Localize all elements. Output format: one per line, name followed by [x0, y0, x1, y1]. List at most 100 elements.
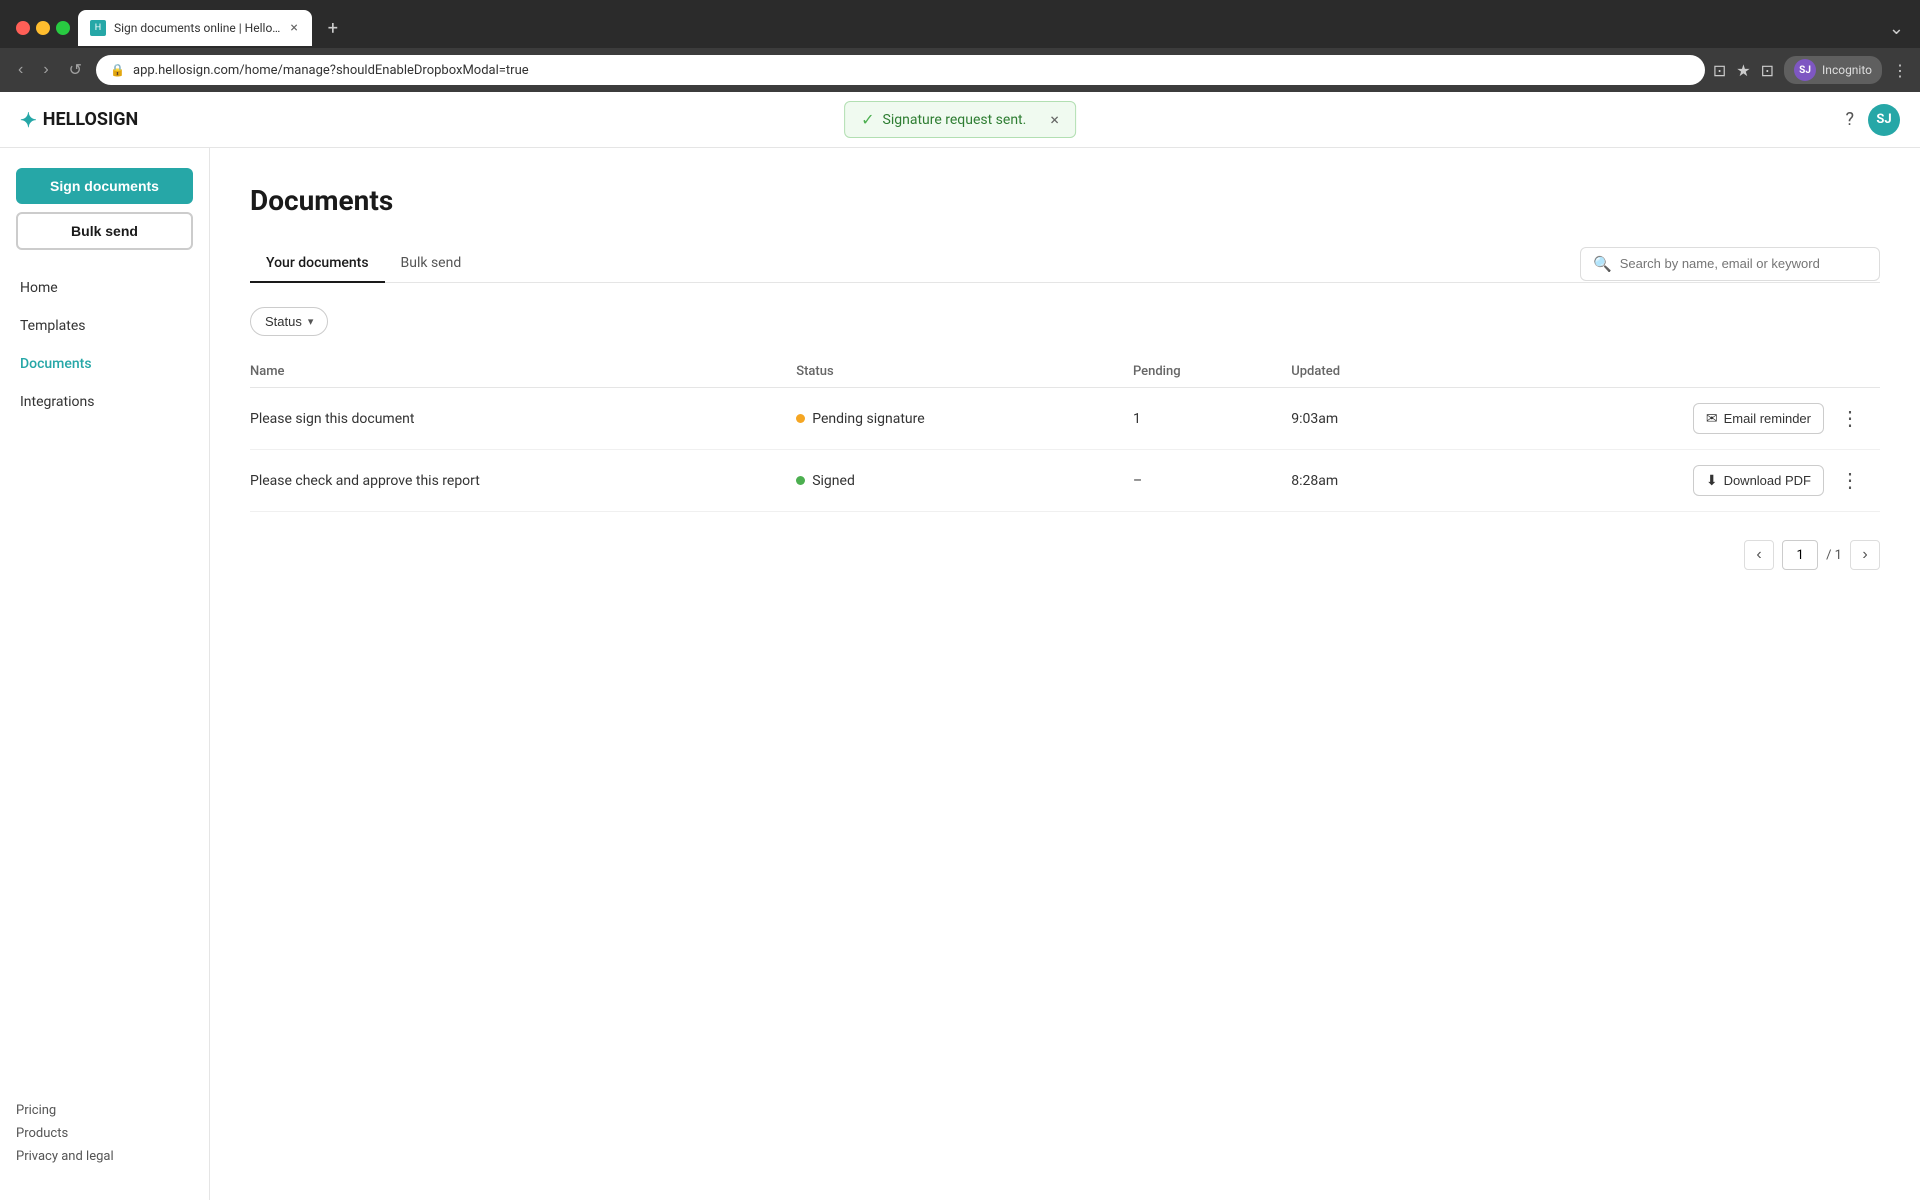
lock-icon: 🔒: [110, 63, 125, 77]
app-header: ✦ HELLOSIGN ✓ Signature request sent. × …: [0, 92, 1920, 148]
doc-pending-2: –: [1121, 450, 1279, 512]
col-header-actions: [1440, 356, 1880, 388]
browser-controls: ‹ › ↺ 🔒 app.hellosign.com/home/manage?sh…: [0, 48, 1920, 92]
sign-documents-button[interactable]: Sign documents: [16, 168, 193, 204]
footer-products[interactable]: Products: [16, 1126, 193, 1141]
url-text: app.hellosign.com/home/manage?shouldEnab…: [133, 63, 529, 78]
download-pdf-label: Download PDF: [1724, 473, 1811, 488]
status-filter-label: Status: [265, 314, 302, 329]
status-text-1: Pending signature: [812, 411, 924, 427]
doc-status-2: Signed: [784, 450, 1121, 512]
status-text-2: Signed: [812, 473, 855, 489]
more-options-button-1[interactable]: ⋮: [1832, 402, 1868, 435]
sidebar-item-documents[interactable]: Documents: [8, 346, 201, 382]
tab-title: Sign documents online | Hello…: [114, 21, 280, 35]
back-button[interactable]: ‹: [12, 57, 29, 83]
table-row: Please check and approve this report Sig…: [250, 450, 1880, 512]
header-right: ? SJ: [1845, 104, 1900, 136]
doc-name-1: Please sign this document: [250, 388, 784, 450]
tab-your-documents[interactable]: Your documents: [250, 245, 385, 283]
sidebar-item-templates-label: Templates: [20, 318, 86, 334]
close-traffic-light[interactable]: [16, 21, 30, 35]
refresh-button[interactable]: ↺: [63, 56, 88, 84]
logo-text: HELLOSIGN: [43, 109, 138, 130]
tab-bulk-send-label: Bulk send: [401, 255, 462, 271]
sidebar: Sign documents Bulk send Home Templates …: [0, 148, 210, 1200]
tab-bar: H Sign documents online | Hello… × + ⌄: [0, 0, 1920, 48]
table-header: Name Status Pending Updated: [250, 356, 1880, 388]
forward-button[interactable]: ›: [37, 57, 54, 83]
status-dot-signed-2: [796, 476, 805, 485]
notification-close-button[interactable]: ×: [1050, 110, 1059, 129]
search-box[interactable]: 🔍: [1580, 247, 1880, 281]
more-browser-button[interactable]: ⋮: [1892, 61, 1908, 80]
tab-your-documents-label: Your documents: [266, 255, 369, 271]
main-layout: Sign documents Bulk send Home Templates …: [0, 148, 1920, 1200]
tab-close-button[interactable]: ×: [288, 19, 299, 37]
sidebar-footer: Pricing Products Privacy and legal: [0, 1087, 209, 1180]
address-bar[interactable]: 🔒 app.hellosign.com/home/manage?shouldEn…: [96, 55, 1705, 85]
bulk-send-button[interactable]: Bulk send: [16, 212, 193, 250]
status-filter-button[interactable]: Status ▾: [250, 307, 328, 336]
doc-updated-2: 8:28am: [1279, 450, 1440, 512]
new-tab-button[interactable]: +: [320, 14, 346, 43]
browser-tab-active[interactable]: H Sign documents online | Hello… ×: [78, 10, 312, 46]
col-header-pending: Pending: [1121, 356, 1279, 388]
pagination: ‹ 1 / 1 ›: [250, 540, 1880, 570]
logo-icon: ✦: [20, 108, 37, 132]
sidebar-nav: Home Templates Documents Integrations: [0, 270, 209, 420]
content-area: Documents Your documents Bulk send 🔍: [210, 148, 1920, 1200]
tab-favicon: H: [90, 20, 106, 36]
col-header-updated: Updated: [1279, 356, 1440, 388]
download-pdf-button[interactable]: ⬇ Download PDF: [1693, 465, 1824, 496]
incognito-avatar: SJ: [1794, 59, 1816, 81]
col-header-name: Name: [250, 356, 784, 388]
bookmark-icon[interactable]: ★: [1736, 61, 1750, 80]
doc-pending-1: 1: [1121, 388, 1279, 450]
tab-bulk-send[interactable]: Bulk send: [385, 245, 478, 283]
sidebar-item-templates[interactable]: Templates: [8, 308, 201, 344]
sidebar-item-home[interactable]: Home: [8, 270, 201, 306]
chevron-down-icon: ▾: [308, 315, 314, 328]
notification-banner: ✓ Signature request sent. ×: [844, 101, 1076, 138]
doc-updated-1: 9:03am: [1279, 388, 1440, 450]
user-avatar[interactable]: SJ: [1868, 104, 1900, 136]
email-icon: ✉: [1706, 410, 1718, 427]
sidebar-item-documents-label: Documents: [20, 356, 92, 372]
search-icon: 🔍: [1593, 255, 1612, 273]
doc-actions-2: ⬇ Download PDF ⋮: [1440, 450, 1880, 512]
incognito-initials: SJ: [1799, 65, 1811, 76]
status-dot-pending-1: [796, 414, 805, 423]
footer-privacy[interactable]: Privacy and legal: [16, 1149, 193, 1164]
maximize-traffic-light[interactable]: [56, 21, 70, 35]
current-page[interactable]: 1: [1782, 540, 1818, 570]
filter-row: Status ▾: [250, 307, 1880, 336]
page-title: Documents: [250, 184, 1880, 217]
minimize-traffic-light[interactable]: [36, 21, 50, 35]
profile-icon[interactable]: ⊡: [1761, 61, 1774, 80]
more-options-button-2[interactable]: ⋮: [1832, 464, 1868, 497]
sidebar-item-integrations[interactable]: Integrations: [8, 384, 201, 420]
incognito-button[interactable]: SJ Incognito: [1784, 56, 1882, 84]
next-page-button[interactable]: ›: [1850, 540, 1880, 570]
logo: ✦ HELLOSIGN: [20, 108, 138, 132]
doc-actions-1: ✉ Email reminder ⋮: [1440, 388, 1880, 450]
cast-icon[interactable]: ⊡: [1713, 61, 1726, 80]
notification-text: Signature request sent.: [883, 112, 1027, 128]
sidebar-item-home-label: Home: [20, 280, 58, 296]
search-input[interactable]: [1620, 256, 1867, 271]
prev-page-button[interactable]: ‹: [1744, 540, 1774, 570]
table-body: Please sign this document Pending signat…: [250, 388, 1880, 512]
email-reminder-button[interactable]: ✉ Email reminder: [1693, 403, 1824, 434]
tabs-row: Your documents Bulk send 🔍: [250, 245, 1880, 283]
tab-list-button[interactable]: ⌄: [1889, 18, 1920, 39]
tabs: Your documents Bulk send: [250, 245, 477, 282]
sidebar-top: Sign documents Bulk send: [0, 168, 209, 250]
sidebar-item-integrations-label: Integrations: [20, 394, 94, 410]
download-icon: ⬇: [1706, 472, 1718, 489]
email-reminder-label: Email reminder: [1724, 411, 1811, 426]
footer-pricing[interactable]: Pricing: [16, 1103, 193, 1118]
table-row: Please sign this document Pending signat…: [250, 388, 1880, 450]
help-icon[interactable]: ?: [1845, 109, 1854, 130]
traffic-lights: [16, 21, 70, 35]
